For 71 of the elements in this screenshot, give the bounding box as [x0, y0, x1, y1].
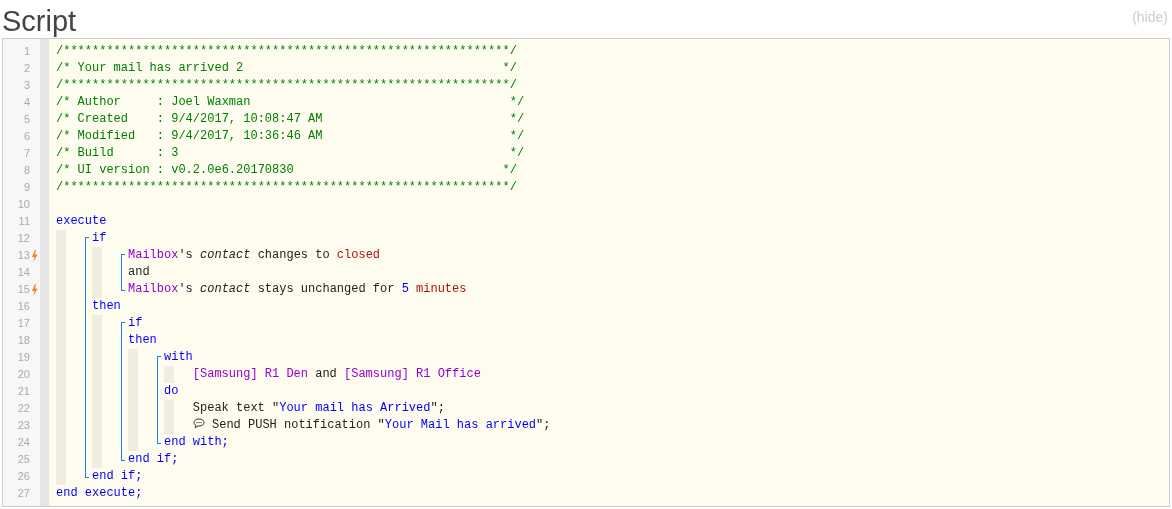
line-number: 14	[17, 265, 30, 281]
line-number: 7	[23, 146, 30, 162]
line-number: 4	[23, 95, 30, 111]
code-keyword: end if;	[92, 469, 143, 483]
code-comment: /**************************************************************/	[56, 44, 517, 58]
code-comment: /**************************************************************/	[56, 180, 517, 194]
code-keyword: do	[164, 384, 179, 398]
device-name: Mailbox	[128, 248, 179, 262]
code-text: stays unchanged for	[257, 282, 396, 296]
line-number: 3	[23, 78, 30, 94]
line-number: 12	[17, 231, 30, 247]
line-number: 5	[23, 112, 30, 128]
line-number: 21	[17, 384, 30, 400]
line-number: 6	[23, 129, 30, 145]
code-keyword: end if;	[128, 452, 179, 466]
line-number: 20	[17, 367, 30, 383]
line-number: 13	[17, 248, 30, 264]
code-keyword: if	[128, 316, 143, 330]
code-text: Send PUSH notification "	[212, 418, 385, 432]
code-text: Speak text "	[192, 401, 280, 415]
code-text: 's	[178, 248, 194, 262]
string-literal: Your mail has Arrived	[279, 401, 431, 415]
code-keyword: then	[92, 299, 121, 313]
code-value: minutes	[416, 282, 467, 296]
code-text: and	[315, 367, 338, 381]
device-name: Mailbox	[128, 282, 179, 296]
speech-bubble-icon	[192, 418, 205, 429]
code-comment: /* Created : 9/4/2017, 10:08:47 AM */	[56, 112, 525, 126]
code-comment: /* Your mail has arrived 2 */	[56, 61, 517, 75]
code-comment: /* Modified : 9/4/2017, 10:36:46 AM */	[56, 129, 525, 143]
code-text: ";	[536, 418, 551, 432]
code-keyword: then	[128, 333, 157, 347]
line-number: 18	[17, 333, 30, 349]
line-number: 8	[23, 163, 30, 179]
line-number: 22	[17, 401, 30, 417]
code-keyword: execute	[56, 214, 107, 228]
line-number: 26	[17, 469, 30, 485]
code-text: and	[128, 265, 150, 279]
line-number: 19	[17, 350, 30, 366]
code-text: 's	[178, 282, 194, 296]
code-comment: /* UI version : v0.2.0e6.20170830 */	[56, 163, 517, 177]
section-title: Script	[2, 4, 77, 38]
line-number: 24	[17, 435, 30, 451]
line-number: 11	[18, 214, 30, 230]
line-number: 27	[17, 486, 30, 502]
code-keyword: end with;	[164, 435, 229, 449]
string-literal: Your Mail has arrived	[384, 418, 537, 432]
line-number: 23	[17, 418, 30, 434]
code-text: ";	[430, 401, 445, 415]
block-bracket	[121, 254, 125, 291]
code-keyword: end execute;	[56, 486, 143, 500]
device-name: [Samsung] R1 Office	[344, 367, 481, 381]
line-number: 17	[17, 316, 30, 332]
code-value: closed	[336, 248, 381, 262]
code-keyword: with	[164, 350, 193, 364]
line-number: 2	[23, 61, 30, 77]
line-number: 1	[23, 44, 30, 60]
line-number: 15	[17, 282, 30, 298]
attribute-name: contact	[200, 248, 251, 262]
line-number: 16	[17, 299, 30, 315]
attribute-name: contact	[200, 282, 251, 296]
code-comment: /* Build : 3 */	[56, 146, 525, 160]
code-text: changes to	[257, 248, 331, 262]
line-number: 25	[17, 452, 30, 468]
code-keyword: if	[92, 231, 107, 245]
line-number: 9	[23, 180, 30, 196]
line-number: 10	[17, 197, 30, 213]
code-comment: /* Author : Joel Waxman */	[56, 95, 525, 109]
code-number: 5	[401, 282, 409, 296]
device-name: [Samsung] R1 Den	[192, 367, 308, 381]
code-comment: /**************************************************************/	[56, 78, 517, 92]
